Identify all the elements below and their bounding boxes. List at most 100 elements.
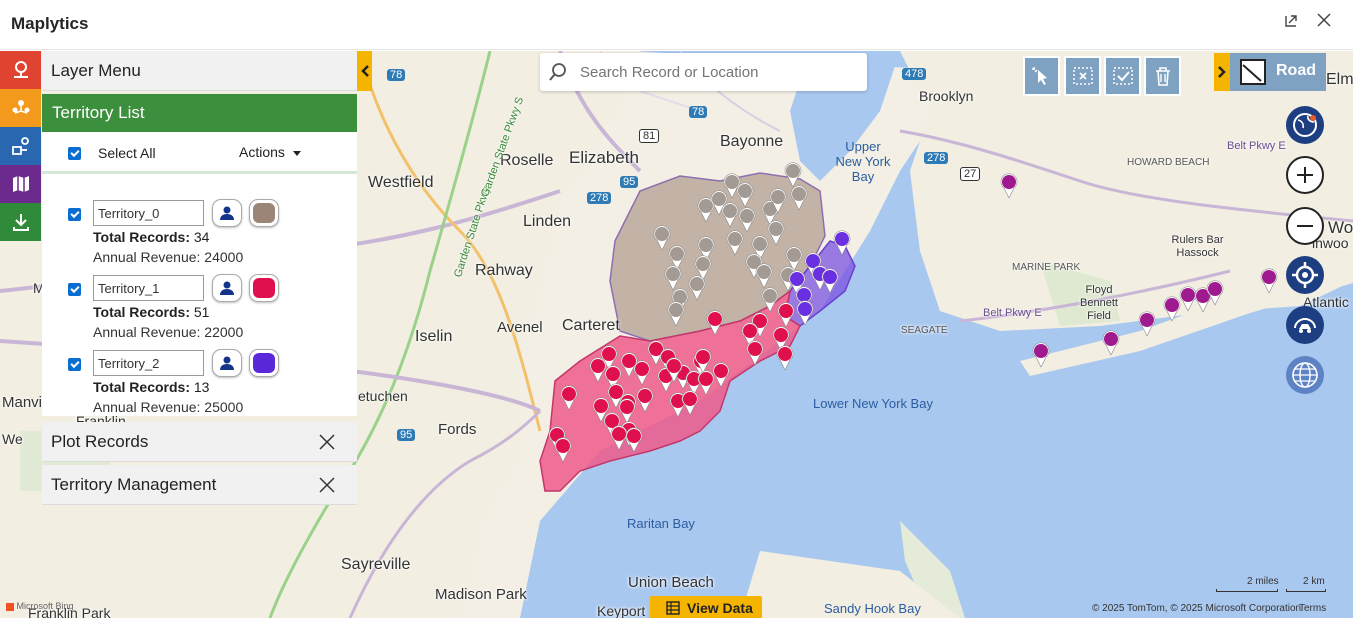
record-pin[interactable]	[821, 268, 839, 294]
close-icon[interactable]	[319, 422, 335, 463]
record-pin[interactable]	[554, 437, 572, 463]
record-pin[interactable]	[736, 182, 754, 208]
map-style-toggle[interactable]	[1214, 53, 1230, 91]
zoom-in-button[interactable]	[1286, 156, 1324, 194]
clear-selection-button[interactable]	[1064, 56, 1101, 96]
territory-list-title: Territory List	[42, 94, 357, 132]
record-pin[interactable]	[667, 301, 685, 327]
app-title: Maplytics	[11, 14, 89, 33]
record-pin[interactable]	[784, 162, 802, 188]
geo-analytics-button[interactable]	[1286, 106, 1324, 144]
territory-management-header[interactable]: Territory Management	[42, 465, 357, 505]
traffic-button[interactable]	[1286, 306, 1324, 344]
territory-name-input[interactable]	[93, 350, 204, 376]
record-pin[interactable]	[625, 427, 643, 453]
layer-menu-header[interactable]: Layer Menu	[42, 51, 357, 91]
terms-link[interactable]: Terms	[1299, 603, 1326, 614]
map-canvas[interactable]: Brooklyn Bayonne Upper New York Bay Rose…	[0, 51, 1353, 618]
territory-checkbox[interactable]	[68, 283, 81, 296]
record-pin[interactable]	[721, 202, 739, 228]
road-style-button[interactable]: Road	[1230, 53, 1326, 91]
layer-menu-button[interactable]	[0, 51, 41, 89]
record-pin[interactable]	[697, 197, 715, 223]
chevron-right-icon	[1218, 66, 1226, 78]
people-icon	[12, 100, 29, 114]
record-pin[interactable]	[726, 230, 744, 256]
record-pin[interactable]	[761, 287, 779, 313]
scale-bar-km	[1286, 589, 1326, 592]
record-pin[interactable]	[681, 390, 699, 416]
record-pin[interactable]	[633, 360, 651, 386]
popout-icon[interactable]	[1281, 13, 1301, 33]
record-pin[interactable]	[776, 345, 794, 371]
record-pin[interactable]	[755, 263, 773, 289]
record-pin[interactable]	[777, 302, 795, 328]
record-pin[interactable]	[1260, 268, 1278, 294]
actions-dropdown[interactable]: Actions	[239, 144, 301, 160]
record-pin[interactable]	[833, 230, 851, 256]
plot-records-header[interactable]: Plot Records	[42, 422, 357, 462]
record-pin[interactable]	[1032, 342, 1050, 368]
view-data-button[interactable]: View Data	[650, 596, 762, 618]
record-pin[interactable]	[706, 310, 724, 336]
select-all-checkbox[interactable]	[68, 147, 81, 160]
annual-revenue: Annual Revenue: 25000	[93, 399, 244, 415]
record-pin[interactable]	[653, 225, 671, 251]
locate-me-button[interactable]	[1286, 256, 1324, 294]
record-pin[interactable]	[688, 275, 706, 301]
record-pin[interactable]	[1163, 296, 1181, 322]
territory-row: Total Records: 51 Annual Revenue: 22000	[42, 274, 357, 350]
download-icon	[12, 214, 29, 231]
lasso-select-button[interactable]	[1023, 56, 1060, 96]
color-swatch	[253, 353, 275, 373]
close-icon[interactable]	[319, 465, 335, 506]
assign-owner-button[interactable]	[212, 199, 242, 227]
record-pin[interactable]	[697, 370, 715, 396]
delete-button[interactable]	[1144, 56, 1181, 96]
globe-view-button[interactable]	[1286, 356, 1324, 394]
record-pin[interactable]	[790, 185, 808, 211]
record-pin[interactable]	[767, 220, 785, 246]
territory-name-input[interactable]	[93, 200, 204, 226]
record-pin[interactable]	[796, 300, 814, 326]
territory-list-button[interactable]	[0, 89, 41, 127]
close-icon[interactable]	[1314, 13, 1334, 33]
record-pin[interactable]	[618, 398, 636, 424]
record-pin[interactable]	[738, 207, 756, 233]
record-pin[interactable]	[636, 387, 654, 413]
territory-checkbox[interactable]	[68, 208, 81, 221]
record-pin[interactable]	[1102, 330, 1120, 356]
assign-owner-button[interactable]	[212, 349, 242, 377]
record-pin[interactable]	[560, 385, 578, 411]
record-pin[interactable]	[1179, 286, 1197, 312]
territory-color-button[interactable]	[249, 274, 279, 302]
territory-management-title: Territory Management	[51, 475, 217, 494]
record-pin[interactable]	[712, 362, 730, 388]
color-swatch	[253, 278, 275, 298]
record-pin[interactable]	[1000, 173, 1018, 199]
territory-color-button[interactable]	[249, 199, 279, 227]
search-input[interactable]	[580, 61, 860, 83]
chevron-left-icon	[360, 65, 369, 77]
record-pin[interactable]	[610, 425, 628, 451]
zoom-out-button[interactable]	[1286, 207, 1324, 245]
record-pin[interactable]	[664, 265, 682, 291]
download-button[interactable]	[0, 203, 41, 241]
plot-records-button[interactable]	[0, 127, 41, 165]
select-area-button[interactable]	[1104, 56, 1141, 96]
record-pin[interactable]	[746, 340, 764, 366]
territory-color-button[interactable]	[249, 349, 279, 377]
record-pin[interactable]	[1138, 311, 1156, 337]
territory-map-icon	[12, 176, 29, 192]
record-pin[interactable]	[589, 357, 607, 383]
search-box	[540, 53, 867, 91]
territory-name-input[interactable]	[93, 275, 204, 301]
collapse-panel-button[interactable]	[357, 51, 372, 91]
record-pin[interactable]	[1206, 280, 1224, 306]
record-pin[interactable]	[620, 352, 638, 378]
territory-management-button[interactable]	[0, 165, 41, 203]
territory-checkbox[interactable]	[68, 358, 81, 371]
car-icon	[1294, 317, 1316, 333]
clear-box-icon	[1072, 67, 1093, 85]
assign-owner-button[interactable]	[212, 274, 242, 302]
